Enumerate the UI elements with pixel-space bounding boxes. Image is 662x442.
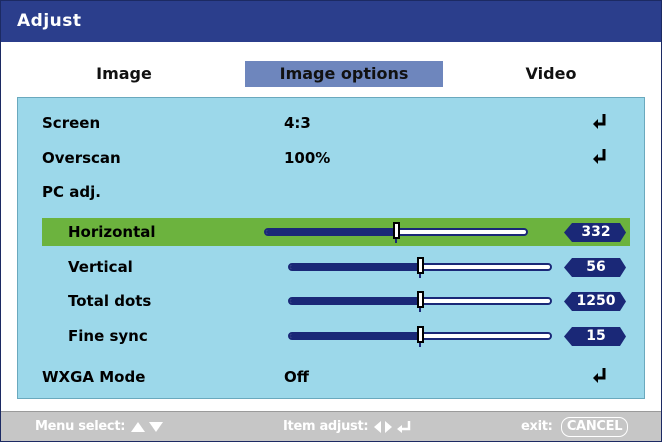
item-adjust-hint: Item adjust: [283,412,413,441]
total-dots-value: 1250 [576,293,616,309]
slider-thumb[interactable] [417,326,424,343]
tab-video[interactable]: Video [449,61,653,87]
menu-item-total-dots[interactable]: Total dots 1250 [18,287,646,315]
menu-panel: Screen 4:3 Overscan 100% PC adj. Horizon… [17,97,645,399]
exit-label: exit: [521,419,553,434]
slider-center-tick [419,274,421,278]
adjust-window: Adjust Image Image options Video Screen … [0,0,662,442]
slider-center-tick [419,308,421,312]
pc-adj-label: PC adj. [42,183,101,201]
tab-image-options[interactable]: Image options [245,61,443,87]
vertical-label: Vertical [68,258,133,276]
menu-item-screen[interactable]: Screen 4:3 [18,109,646,137]
tab-image[interactable]: Image [9,61,239,87]
exit-hint: exit: CANCEL [521,412,629,441]
overscan-value: 100% [284,149,331,167]
horizontal-value-badge: 332 [564,223,626,242]
slider-fill [290,334,420,338]
horizontal-label: Horizontal [68,223,156,241]
enter-icon [593,368,606,383]
menu-item-fine-sync[interactable]: Fine sync 15 [18,322,646,350]
wxga-mode-label: WXGA Mode [42,368,146,386]
vertical-value: 56 [586,259,606,275]
up-down-arrows-icon [131,421,164,432]
slider-center-tick [419,343,421,347]
total-dots-value-badge: 1250 [564,292,626,311]
overscan-label: Overscan [42,149,121,167]
fine-sync-value: 15 [586,328,606,344]
slider-fill [290,265,420,269]
menu-item-vertical[interactable]: Vertical 56 [18,253,646,281]
fine-sync-label: Fine sync [68,327,148,345]
menu-select-label: Menu select: [35,419,126,434]
screen-value: 4:3 [284,114,311,132]
wxga-mode-value: Off [284,368,309,386]
help-footer: Menu select: Item adjust: exit: CANCEL [1,411,661,441]
slider-thumb[interactable] [393,222,400,239]
menu-select-hint: Menu select: [35,412,165,441]
slider-center-tick [395,239,397,243]
cancel-button[interactable]: CANCEL [560,417,629,437]
enter-icon [593,149,606,164]
menu-item-pc-adj: PC adj. [18,178,646,206]
menu-item-horizontal[interactable]: Horizontal 332 [42,218,630,246]
slider-thumb[interactable] [417,257,424,274]
enter-icon [593,114,606,129]
menu-item-overscan[interactable]: Overscan 100% [18,144,646,172]
horizontal-value: 332 [581,224,611,240]
slider-fill [266,230,396,234]
left-right-enter-icon [373,420,410,433]
total-dots-label: Total dots [68,292,152,310]
slider-fill [290,299,420,303]
window-title: Adjust [1,1,661,42]
tab-bar: Image Image options Video [9,61,653,91]
slider-thumb[interactable] [417,291,424,308]
menu-item-wxga-mode[interactable]: WXGA Mode Off [18,363,646,391]
vertical-value-badge: 56 [564,258,626,277]
item-adjust-label: Item adjust: [283,419,369,434]
screen-label: Screen [42,114,101,132]
fine-sync-value-badge: 15 [564,327,626,346]
